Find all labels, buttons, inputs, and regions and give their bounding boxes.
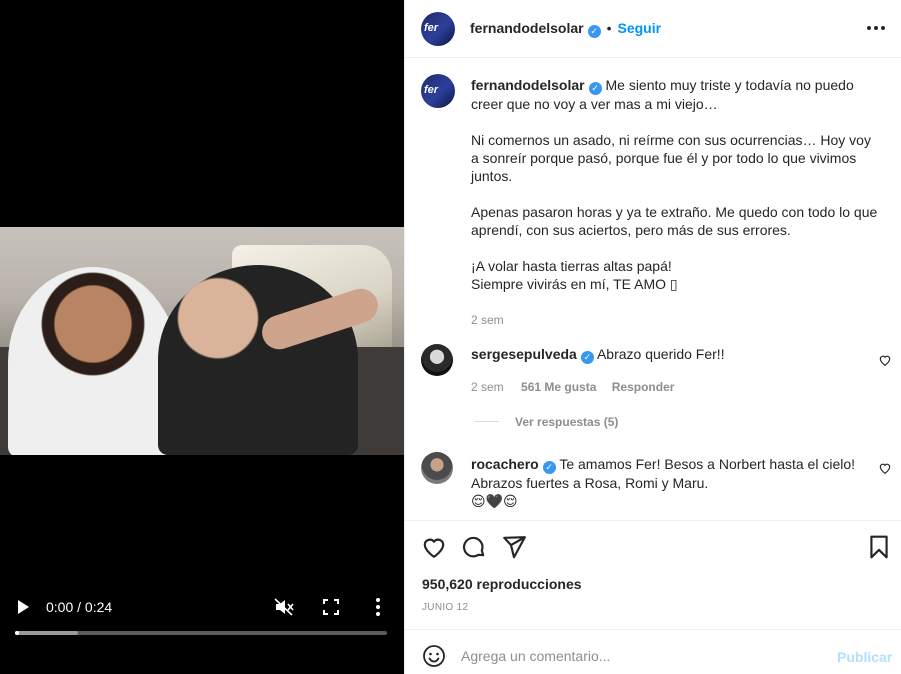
- comment-text: Abrazo querido Fer!!: [596, 346, 725, 362]
- post-date[interactable]: JUNIO 12: [422, 602, 468, 613]
- post-panel: fer fernandodelsolar ✓ • Seguir fer fernand…: [404, 0, 901, 674]
- comment-meta: 2 sem 561 Me gusta Responder: [471, 378, 866, 396]
- verified-badge-icon: ✓: [542, 461, 556, 474]
- commenter-avatar[interactable]: [421, 452, 453, 484]
- separator-dot: •: [606, 20, 612, 36]
- like-comment-heart-icon[interactable]: [878, 461, 892, 475]
- avatar-text: fer: [424, 84, 439, 96]
- more-options-icon[interactable]: [867, 26, 887, 32]
- played-bar: [15, 631, 19, 635]
- caption-paragraph: Siempre vivirás en mí, TE AMO ▯: [471, 276, 678, 292]
- comment-emojis: 😌🖤😌: [471, 493, 518, 509]
- caption-username[interactable]: fernandodelsolar: [471, 77, 585, 93]
- comment-input[interactable]: [461, 640, 821, 672]
- video-controls: 0:00 / 0:24: [0, 590, 404, 650]
- replies-divider: [475, 421, 499, 422]
- comment-age: 2 sem: [471, 380, 504, 394]
- comment-username[interactable]: rocachero: [471, 456, 539, 472]
- play-icon[interactable]: [16, 599, 30, 615]
- more-vertical-icon[interactable]: [375, 598, 381, 616]
- emoji-icon[interactable]: [422, 644, 446, 668]
- follow-button[interactable]: Seguir: [618, 20, 662, 36]
- buffered-bar: [15, 631, 79, 635]
- comment: sergesepulveda ✓ Abrazo querido Fer!! 2 s…: [471, 345, 866, 396]
- share-send-icon[interactable]: [501, 534, 527, 560]
- muted-speaker-icon[interactable]: [274, 598, 294, 616]
- verified-badge-icon: ✓: [587, 25, 601, 38]
- caption-paragraph: Apenas pasaron horas y ya te extraño. Me…: [471, 204, 878, 238]
- like-heart-icon[interactable]: [421, 534, 447, 560]
- verified-badge-icon: ✓: [588, 82, 602, 95]
- post-caption: fernandodelsolar ✓ Me siento muy triste y…: [471, 76, 881, 329]
- save-bookmark-icon[interactable]: [866, 534, 892, 560]
- person-right: [158, 265, 358, 455]
- caption-paragraph: ¡A volar hasta tierras altas papá!: [471, 258, 672, 274]
- avatar-text: fer: [424, 22, 439, 34]
- view-count[interactable]: 950,620 reproducciones: [422, 576, 582, 592]
- post-header: fer fernandodelsolar ✓ • Seguir: [405, 0, 901, 58]
- avatar[interactable]: fer: [421, 12, 455, 46]
- person-left: [8, 267, 178, 455]
- video-frame[interactable]: [0, 227, 404, 455]
- caption-age: 2 sem: [471, 313, 504, 327]
- comment-bubble-icon[interactable]: [461, 534, 487, 560]
- video-player[interactable]: 0:00 / 0:24: [0, 0, 404, 674]
- reply-button[interactable]: Responder: [612, 380, 675, 394]
- video-progress-bar[interactable]: [15, 631, 387, 635]
- view-replies-button[interactable]: Ver respuestas (5): [515, 415, 618, 429]
- comment-username[interactable]: sergesepulveda: [471, 346, 577, 362]
- comment-composer: Publicar: [405, 629, 901, 674]
- commenter-avatar[interactable]: [421, 344, 453, 376]
- comment-likes[interactable]: 561 Me gusta: [521, 380, 596, 394]
- comment: rocachero ✓ Te amamos Fer! Besos a Norber…: [471, 455, 866, 510]
- actions-divider: [405, 520, 901, 521]
- caption-avatar[interactable]: fer: [421, 74, 455, 108]
- header-user-line: fernandodelsolar ✓ • Seguir: [470, 20, 661, 38]
- header-username[interactable]: fernandodelsolar: [470, 20, 584, 36]
- like-comment-heart-icon[interactable]: [878, 353, 892, 367]
- fullscreen-icon[interactable]: [323, 599, 339, 615]
- caption-paragraph: Ni comernos un asado, ni reírme con sus …: [471, 132, 871, 184]
- verified-badge-icon: ✓: [580, 351, 594, 364]
- post-button[interactable]: Publicar: [837, 649, 892, 665]
- video-time: 0:00 / 0:24: [46, 599, 113, 615]
